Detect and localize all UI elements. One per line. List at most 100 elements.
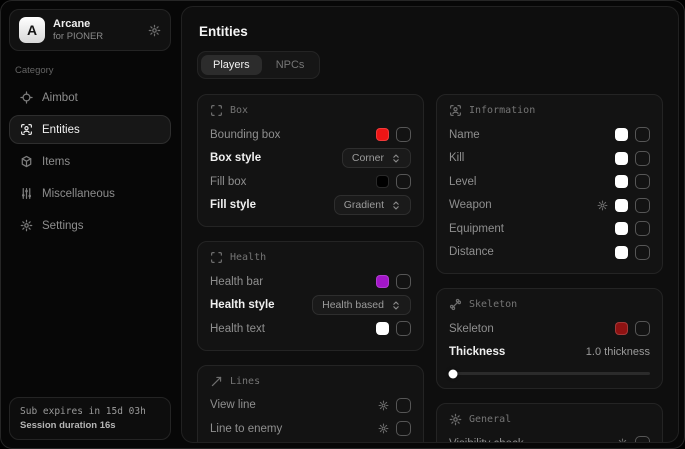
section-header: Box xyxy=(210,104,411,117)
sidebar-item-label: Settings xyxy=(42,220,84,232)
sidebar-item-aimbot[interactable]: Aimbot xyxy=(9,83,171,112)
color-swatch[interactable] xyxy=(376,322,389,335)
sliders-icon xyxy=(20,187,33,200)
option-label: Name xyxy=(449,129,608,141)
tab-players[interactable]: Players xyxy=(201,55,262,75)
checkbox[interactable] xyxy=(635,436,650,443)
app-title: Arcane xyxy=(53,18,103,30)
option-label: Skeleton xyxy=(449,323,608,335)
sidebar-item-settings[interactable]: Settings xyxy=(9,211,171,240)
dropdown-box-style[interactable]: Corner xyxy=(342,148,411,168)
row-bounding-box: Bounding box xyxy=(210,124,411,146)
section-title: Health xyxy=(230,252,266,263)
sidebar-nav: Aimbot Entities Items Miscellaneous Settings xyxy=(9,83,171,240)
brand-text: Arcane for PIONER xyxy=(53,18,103,42)
sub-expiry-text: Sub expires in 15d 03h xyxy=(20,406,160,417)
option-label: Health text xyxy=(210,323,369,335)
color-swatch[interactable] xyxy=(376,128,389,141)
row-equipment: Equipment xyxy=(449,218,650,240)
color-swatch[interactable] xyxy=(615,322,628,335)
checkbox[interactable] xyxy=(635,127,650,142)
gear-icon[interactable] xyxy=(378,423,389,434)
checkbox[interactable] xyxy=(396,274,411,289)
cube-icon xyxy=(20,155,33,168)
sidebar-item-entities[interactable]: Entities xyxy=(9,115,171,144)
frame-icon xyxy=(210,251,223,264)
checkbox[interactable] xyxy=(396,321,411,336)
option-label: Fill box xyxy=(210,176,369,188)
color-swatch[interactable] xyxy=(615,222,628,235)
section-lines: Lines View line Line to enemy xyxy=(197,365,424,444)
page-title: Entities xyxy=(199,24,661,39)
checkbox[interactable] xyxy=(635,221,650,236)
sidebar-item-label: Items xyxy=(42,156,70,168)
diagonal-line-icon xyxy=(210,375,223,388)
gear-icon[interactable] xyxy=(617,438,628,443)
color-swatch[interactable] xyxy=(376,275,389,288)
frame-icon xyxy=(210,104,223,117)
checkbox[interactable] xyxy=(635,198,650,213)
section-header: Information xyxy=(449,104,650,117)
color-swatch[interactable] xyxy=(615,152,628,165)
slider-thickness[interactable] xyxy=(449,372,650,375)
checkbox[interactable] xyxy=(396,421,411,436)
row-box-style: Box style Corner xyxy=(210,148,411,170)
gear-icon xyxy=(20,219,33,232)
app-logo: A xyxy=(19,17,45,43)
tab-npcs[interactable]: NPCs xyxy=(264,55,317,75)
row-fill-style: Fill styleGradient xyxy=(210,195,411,217)
option-label: Box style xyxy=(210,152,335,164)
app-subtitle: for PIONER xyxy=(53,31,103,42)
tab-bar: PlayersNPCs xyxy=(197,51,320,79)
sidebar-item-items[interactable]: Items xyxy=(9,147,171,176)
option-label: Line to enemy xyxy=(210,423,371,435)
row-health-bar: Health bar xyxy=(210,271,411,293)
person-scan-icon xyxy=(20,123,33,136)
row-thickness: Thickness1.0 thickness xyxy=(449,342,650,364)
sidebar-item-miscellaneous[interactable]: Miscellaneous xyxy=(9,179,171,208)
color-swatch[interactable] xyxy=(615,246,628,259)
brand-card: A Arcane for PIONER xyxy=(9,9,171,51)
checkbox[interactable] xyxy=(635,321,650,336)
section-general: GeneralVisibility checkMax distance500m xyxy=(436,403,663,443)
slider-handle[interactable] xyxy=(449,369,458,378)
app-window: A Arcane for PIONER Category AimbotEntit… xyxy=(0,0,685,449)
color-swatch[interactable] xyxy=(615,199,628,212)
option-label: Thickness xyxy=(449,346,579,358)
gear-icon[interactable] xyxy=(597,200,608,211)
checkbox[interactable] xyxy=(396,174,411,189)
section-header: Lines xyxy=(210,375,411,388)
gear-icon[interactable] xyxy=(148,24,161,37)
checkbox[interactable] xyxy=(635,174,650,189)
subscription-card: Sub expires in 15d 03h Session duration … xyxy=(9,397,171,440)
dropdown-value: Gradient xyxy=(344,199,384,211)
option-label: Distance xyxy=(449,246,608,258)
checkbox[interactable] xyxy=(635,151,650,166)
dropdown-health-style[interactable]: Health based xyxy=(312,295,411,315)
column-left: Box Bounding box Box style Corner Fill box Fi… xyxy=(197,94,424,443)
section-title: Box xyxy=(230,105,248,116)
row-name: Name xyxy=(449,124,650,146)
row-view-line: View line xyxy=(210,395,411,417)
color-swatch[interactable] xyxy=(615,175,628,188)
option-label: Equipment xyxy=(449,223,608,235)
option-label: Weapon xyxy=(449,199,590,211)
row-health-text: Health text xyxy=(210,318,411,340)
section-header: Skeleton xyxy=(449,298,650,311)
color-swatch[interactable] xyxy=(615,128,628,141)
option-label: Health bar xyxy=(210,276,369,288)
gear-icon[interactable] xyxy=(378,400,389,411)
unfold-icon xyxy=(391,200,401,211)
color-swatch[interactable] xyxy=(376,175,389,188)
checkbox[interactable] xyxy=(396,398,411,413)
section-header: Health xyxy=(210,251,411,264)
section-information: InformationNameKillLevelWeaponEquipmentD… xyxy=(436,94,663,274)
unfold-icon xyxy=(391,300,401,311)
section-title: General xyxy=(469,414,511,425)
main-panel: Entities PlayersNPCs BoxBounding boxBox … xyxy=(181,6,679,443)
checkbox[interactable] xyxy=(635,245,650,260)
gear-icon xyxy=(449,413,462,426)
checkbox[interactable] xyxy=(396,127,411,142)
sidebar-item-label: Aimbot xyxy=(42,92,78,104)
dropdown-fill-style[interactable]: Gradient xyxy=(334,195,411,215)
